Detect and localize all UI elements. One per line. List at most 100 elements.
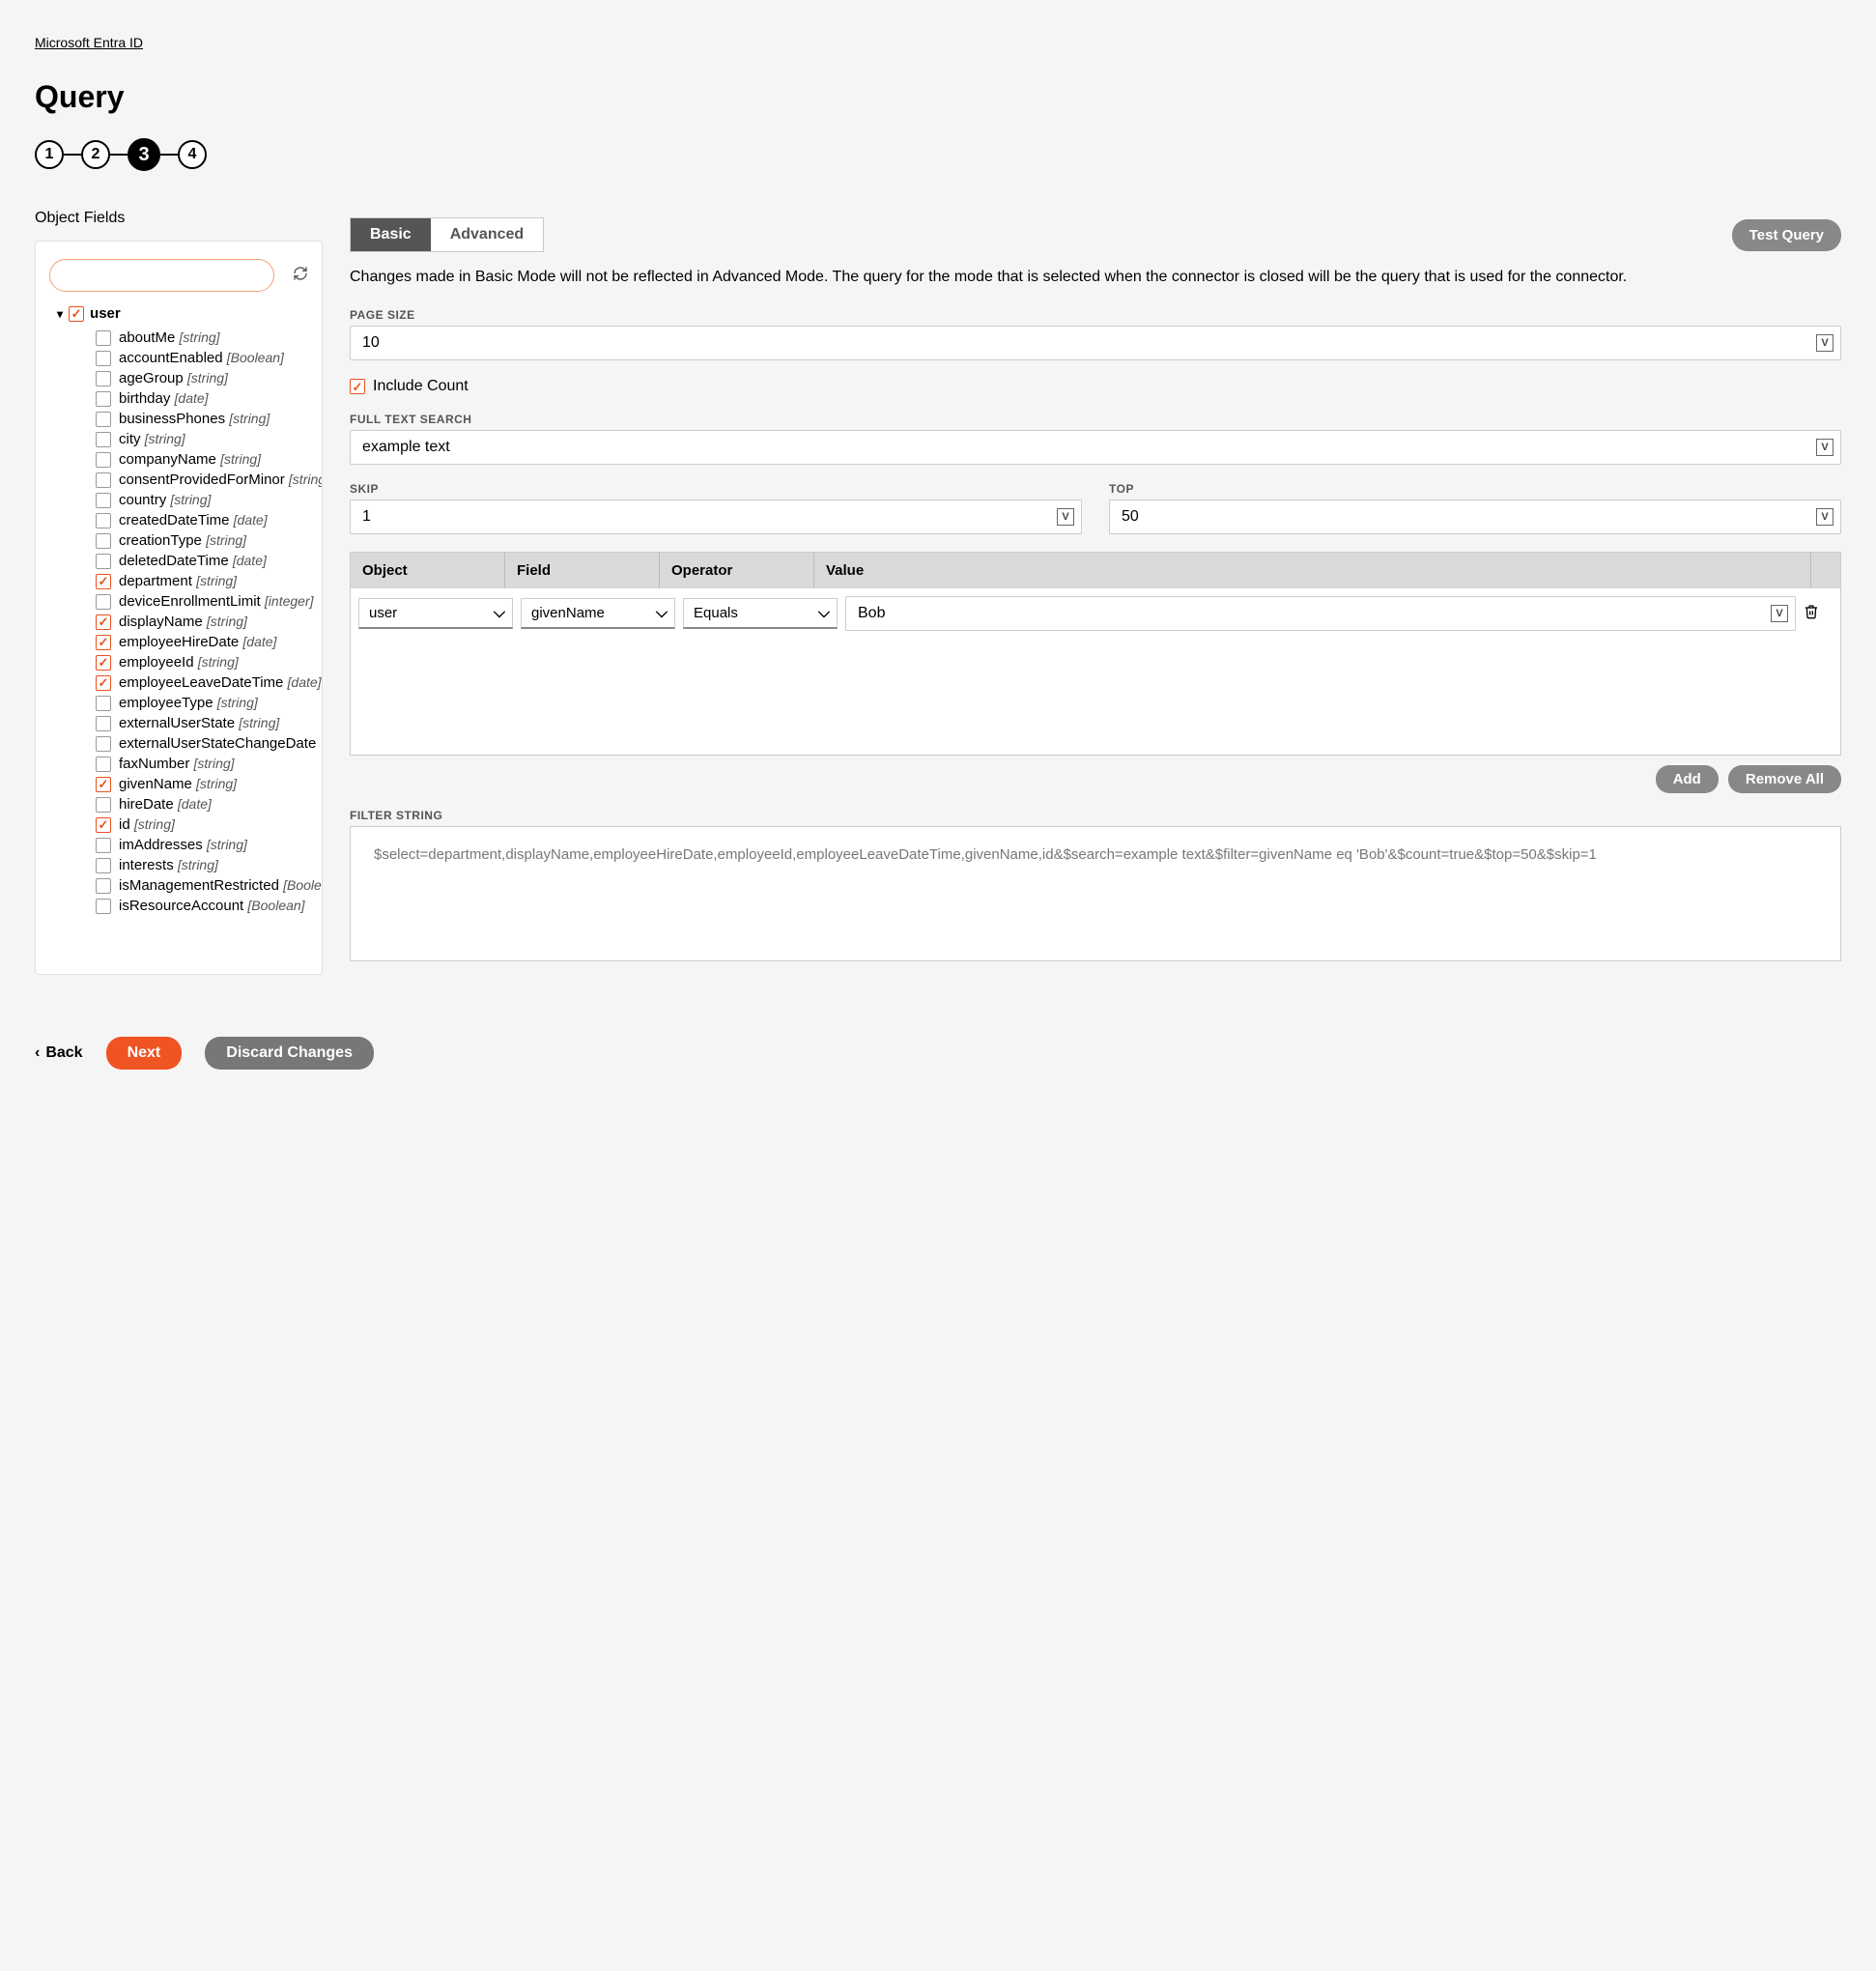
variable-icon[interactable]: V xyxy=(1816,439,1833,456)
top-input[interactable] xyxy=(1109,500,1841,534)
next-button[interactable]: Next xyxy=(106,1037,183,1070)
tree-item[interactable]: isResourceAccount [Boolean] xyxy=(96,896,322,916)
tree-item[interactable]: id [string] xyxy=(96,814,322,835)
tree-item[interactable]: companyName [string] xyxy=(96,449,322,470)
field-checkbox[interactable] xyxy=(96,899,111,914)
tree-item[interactable]: employeeHireDate [date] xyxy=(96,632,322,652)
variable-icon[interactable]: V xyxy=(1057,508,1074,526)
tree-item[interactable]: externalUserStateChangeDate xyxy=(96,733,322,754)
add-filter-button[interactable]: Add xyxy=(1656,765,1719,793)
tree-item[interactable]: interests [string] xyxy=(96,855,322,875)
field-checkbox[interactable] xyxy=(96,696,111,711)
field-checkbox[interactable] xyxy=(96,330,111,346)
tree-root-user[interactable]: ▾ user xyxy=(49,305,322,322)
field-checkbox[interactable] xyxy=(96,472,111,488)
tree-item[interactable]: employeeId [string] xyxy=(96,652,322,672)
field-checkbox[interactable] xyxy=(96,878,111,894)
tree-item[interactable]: deletedDateTime [date] xyxy=(96,551,322,571)
col-value: Value xyxy=(814,553,1811,588)
delete-row-button[interactable] xyxy=(1804,604,1819,624)
field-checkbox[interactable] xyxy=(96,777,111,792)
tree-item[interactable]: displayName [string] xyxy=(96,612,322,632)
tree-item[interactable]: faxNumber [string] xyxy=(96,754,322,774)
field-checkbox[interactable] xyxy=(96,635,111,650)
tree-item[interactable]: creationType [string] xyxy=(96,530,322,551)
filter-value-input[interactable] xyxy=(845,596,1796,631)
field-type: [string] xyxy=(178,857,218,872)
field-checkbox[interactable] xyxy=(96,655,111,671)
root-checkbox[interactable] xyxy=(69,306,84,322)
filter-object-select[interactable]: user xyxy=(358,598,513,629)
filter-field-select[interactable]: givenName xyxy=(521,598,675,629)
variable-icon[interactable]: V xyxy=(1771,605,1788,622)
tree-item[interactable]: deviceEnrollmentLimit [integer] xyxy=(96,591,322,612)
tree-item[interactable]: isManagementRestricted [Boolean] xyxy=(96,875,322,896)
field-checkbox[interactable] xyxy=(96,736,111,752)
tree-item[interactable]: birthday [date] xyxy=(96,388,322,409)
field-type: [string] xyxy=(170,492,211,507)
breadcrumb-link[interactable]: Microsoft Entra ID xyxy=(35,35,143,50)
field-checkbox[interactable] xyxy=(96,574,111,589)
field-type: [string] xyxy=(180,329,220,345)
full-text-input[interactable] xyxy=(350,430,1841,465)
tree-item[interactable]: businessPhones [string] xyxy=(96,409,322,429)
field-checkbox[interactable] xyxy=(96,513,111,528)
field-checkbox[interactable] xyxy=(96,614,111,630)
tree-item[interactable]: createdDateTime [date] xyxy=(96,510,322,530)
field-checkbox[interactable] xyxy=(96,716,111,731)
include-count-checkbox[interactable] xyxy=(350,379,365,394)
field-checkbox[interactable] xyxy=(96,757,111,772)
field-checkbox[interactable] xyxy=(96,533,111,549)
tree-item[interactable]: consentProvidedForMinor [string] xyxy=(96,470,322,490)
field-checkbox[interactable] xyxy=(96,351,111,366)
field-checkbox[interactable] xyxy=(96,594,111,610)
field-type: [date] xyxy=(178,796,212,812)
field-checkbox[interactable] xyxy=(96,817,111,833)
field-type: [string] xyxy=(229,411,270,426)
tree-item[interactable]: city [string] xyxy=(96,429,322,449)
skip-input[interactable] xyxy=(350,500,1082,534)
tree-item[interactable]: country [string] xyxy=(96,490,322,510)
back-button[interactable]: ‹ Back xyxy=(35,1044,83,1062)
tree-item[interactable]: employeeLeaveDateTime [date] xyxy=(96,672,322,693)
field-type: [Boolean] xyxy=(247,898,304,913)
field-checkbox[interactable] xyxy=(96,838,111,853)
remove-all-button[interactable]: Remove All xyxy=(1728,765,1841,793)
field-name: country xyxy=(119,492,166,508)
field-checkbox[interactable] xyxy=(96,391,111,407)
refresh-button[interactable] xyxy=(293,266,308,286)
field-name: businessPhones xyxy=(119,411,225,427)
discard-button[interactable]: Discard Changes xyxy=(205,1037,374,1070)
step-3[interactable]: 3 xyxy=(128,138,160,171)
tree-item[interactable]: aboutMe [string] xyxy=(96,328,322,348)
test-query-button[interactable]: Test Query xyxy=(1732,219,1841,251)
variable-icon[interactable]: V xyxy=(1816,334,1833,352)
col-operator: Operator xyxy=(660,553,814,588)
tab-advanced[interactable]: Advanced xyxy=(431,218,543,251)
tree-item[interactable]: givenName [string] xyxy=(96,774,322,794)
tree-item[interactable]: department [string] xyxy=(96,571,322,591)
variable-icon[interactable]: V xyxy=(1816,508,1833,526)
field-checkbox[interactable] xyxy=(96,371,111,386)
tree-item[interactable]: imAddresses [string] xyxy=(96,835,322,855)
tree-item[interactable]: employeeType [string] xyxy=(96,693,322,713)
step-2[interactable]: 2 xyxy=(81,140,110,169)
field-checkbox[interactable] xyxy=(96,858,111,873)
field-checkbox[interactable] xyxy=(96,432,111,447)
field-checkbox[interactable] xyxy=(96,675,111,691)
tree-item[interactable]: ageGroup [string] xyxy=(96,368,322,388)
field-checkbox[interactable] xyxy=(96,797,111,813)
tree-item[interactable]: hireDate [date] xyxy=(96,794,322,814)
field-search-input[interactable] xyxy=(49,259,274,292)
field-checkbox[interactable] xyxy=(96,452,111,468)
step-1[interactable]: 1 xyxy=(35,140,64,169)
tree-item[interactable]: accountEnabled [Boolean] xyxy=(96,348,322,368)
tree-item[interactable]: externalUserState [string] xyxy=(96,713,322,733)
step-4[interactable]: 4 xyxy=(178,140,207,169)
field-checkbox[interactable] xyxy=(96,412,111,427)
filter-operator-select[interactable]: Equals xyxy=(683,598,838,629)
field-checkbox[interactable] xyxy=(96,554,111,569)
field-checkbox[interactable] xyxy=(96,493,111,508)
page-size-input[interactable] xyxy=(350,326,1841,360)
tab-basic[interactable]: Basic xyxy=(351,218,431,251)
